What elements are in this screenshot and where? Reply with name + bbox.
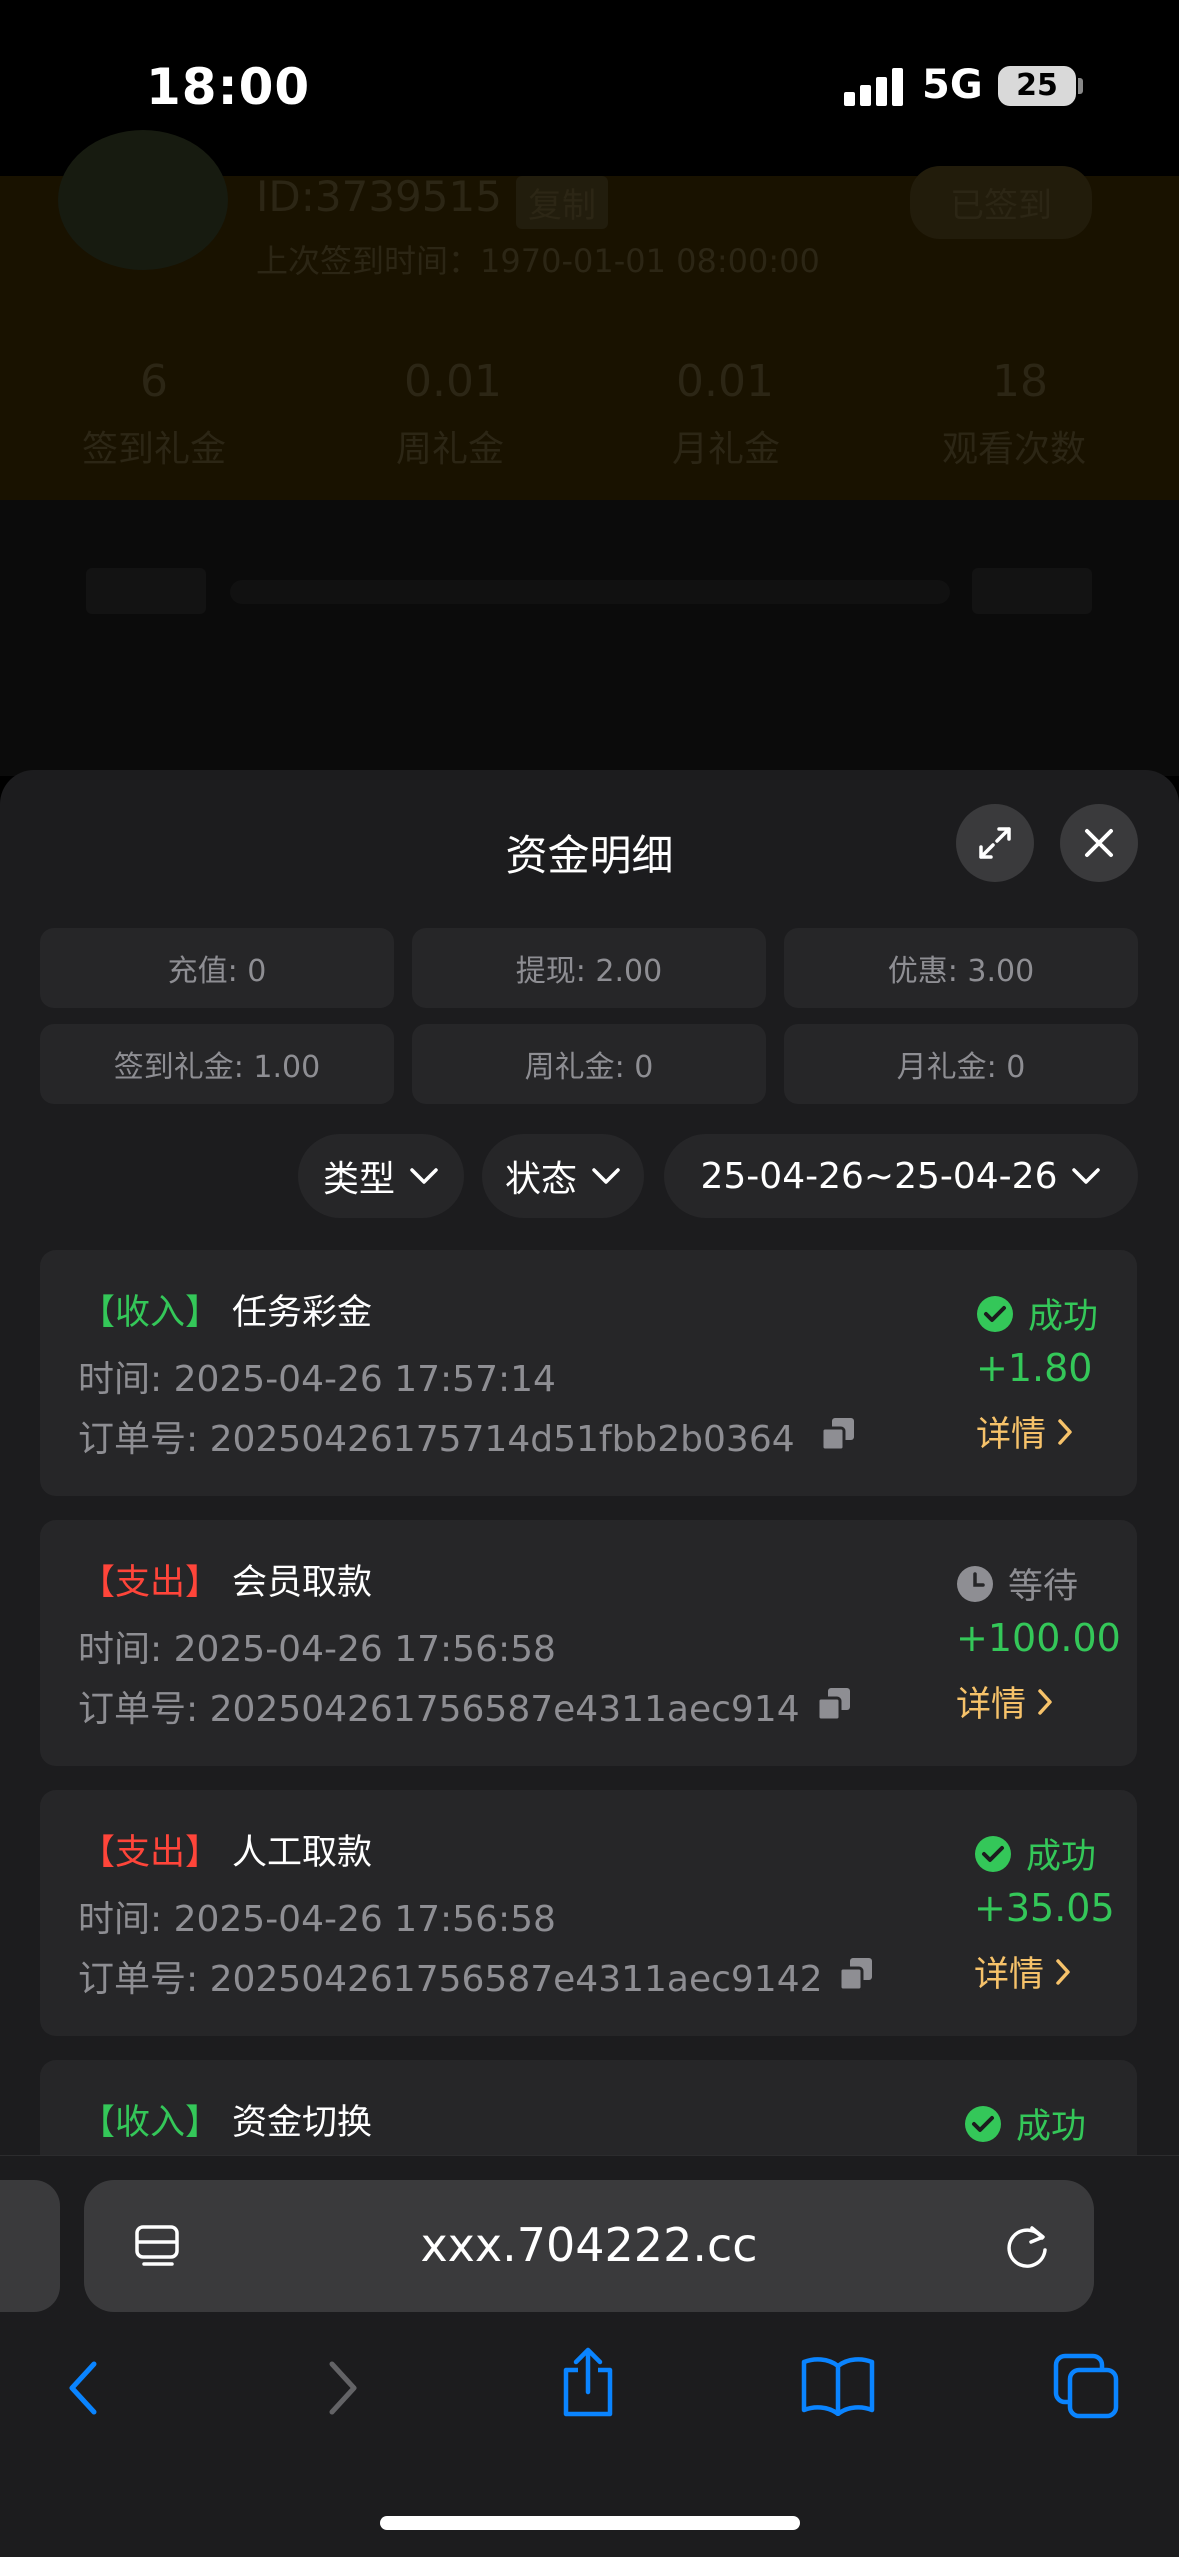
status-filter-label: 状态: [504, 1159, 577, 1200]
record-status-label: 等待: [1008, 1567, 1079, 1607]
home-indicator: [380, 2516, 800, 2530]
record-type-tag: 【收入】: [80, 2103, 221, 2143]
record-order-number: 订单号: 202504261756587e4311aec914: [78, 1689, 800, 1730]
record-order-number: 订单号: 20250426175714d51fbb2b0364: [78, 1419, 795, 1460]
stat-withdraw: 提现: 2.00: [412, 928, 766, 1008]
record-category: 任务彩金: [232, 1293, 373, 1333]
bg-stat-label: 签到礼金: [82, 429, 227, 470]
user-id: ID:3739515: [256, 172, 502, 221]
bg-row-decor: [230, 580, 950, 604]
back-icon[interactable]: [64, 2358, 104, 2418]
date-range-label: 25-04-26~25-04-26: [700, 1155, 1058, 1197]
record-type-tag: 【支出】: [80, 1563, 221, 1603]
record-status: 成功: [974, 1828, 1096, 1879]
address-bar[interactable]: xxx.704222.cc: [84, 2180, 1094, 2312]
record-detail-label: 详情: [976, 1415, 1047, 1455]
close-button[interactable]: [1060, 804, 1138, 882]
record-time: 时间: 2025-04-26 17:57:14: [78, 1359, 556, 1400]
record-detail-link[interactable]: 详情: [974, 1946, 1072, 1997]
stat-monthly-bonus: 月礼金: 0: [784, 1024, 1138, 1104]
bg-row-decor: [972, 568, 1092, 614]
background-band: [0, 500, 1179, 776]
record-status-label: 成功: [1028, 1297, 1099, 1337]
record-status: 成功: [976, 1288, 1098, 1339]
chevron-right-icon: [1058, 1418, 1072, 1445]
record-category: 人工取款: [232, 1833, 373, 1873]
close-icon: [1085, 829, 1113, 857]
last-signin-time: 上次签到时间：1970-01-01 08:00:00: [256, 242, 820, 280]
type-filter-label: 类型: [322, 1159, 395, 1200]
signin-status: 已签到: [910, 166, 1092, 239]
stat-recharge: 充值: 0: [40, 928, 394, 1008]
status-time: 18:00: [146, 58, 311, 116]
copy-icon[interactable]: [838, 1956, 876, 1992]
record-type-tag: 【支出】: [80, 1833, 221, 1873]
expand-icon: [979, 827, 1011, 859]
clock-icon: [957, 1565, 993, 1602]
copy-button: 复制: [516, 176, 608, 229]
record-status-label: 成功: [1026, 1837, 1097, 1877]
record-detail-link[interactable]: 详情: [956, 1676, 1054, 1727]
record-card[interactable]: 【支出】 会员取款 时间: 2025-04-26 17:56:58 订单号: 2…: [40, 1520, 1137, 1766]
record-detail-label: 详情: [956, 1685, 1027, 1725]
stat-discount: 优惠: 3.00: [784, 928, 1138, 1008]
date-range-filter[interactable]: 25-04-26~25-04-26: [664, 1134, 1138, 1218]
success-check-icon: [977, 1295, 1013, 1332]
copy-icon[interactable]: [816, 1686, 854, 1722]
record-amount: +35.05: [974, 1886, 1115, 1930]
signal-icon: [844, 66, 904, 106]
copy-icon[interactable]: [820, 1416, 858, 1452]
record-detail-link[interactable]: 详情: [976, 1406, 1074, 1457]
network-label: 5G: [922, 62, 983, 108]
bg-stat-value: 18: [992, 356, 1048, 407]
record-category: 会员取款: [232, 1563, 373, 1603]
chevron-right-icon: [1038, 1688, 1052, 1715]
record-card[interactable]: 【收入】 任务彩金 时间: 2025-04-26 17:57:14 订单号: 2…: [40, 1250, 1137, 1496]
record-time: 时间: 2025-04-26 17:56:58: [78, 1629, 556, 1670]
bookmarks-icon[interactable]: [800, 2354, 876, 2416]
chevron-down-icon: [592, 1168, 620, 1184]
record-amount: +1.80: [976, 1346, 1093, 1390]
fund-details-sheet: 资金明细 充值: 0 提现: 2.00 优惠: 3.00 签到礼金: 1.00 …: [0, 770, 1179, 2155]
record-type-tag: 【收入】: [80, 1293, 221, 1333]
record-detail-label: 详情: [974, 1955, 1045, 1995]
record-status: 成功: [964, 2098, 1086, 2149]
record-card[interactable]: 【支出】 人工取款 时间: 2025-04-26 17:56:58 订单号: 2…: [40, 1790, 1137, 2036]
bg-stat-value: 0.01: [676, 356, 774, 407]
forward-icon[interactable]: [322, 2358, 362, 2418]
bg-stat-label: 周礼金: [396, 429, 505, 470]
stat-signin-bonus: 签到礼金: 1.00: [40, 1024, 394, 1104]
type-filter[interactable]: 类型: [298, 1134, 464, 1218]
record-amount: +100.00: [956, 1616, 1121, 1660]
chevron-right-icon: [1056, 1958, 1070, 1985]
tabs-icon[interactable]: [1052, 2352, 1122, 2422]
record-status: 等待: [956, 1558, 1078, 1609]
success-check-icon: [975, 1835, 1011, 1872]
avatar: [58, 130, 228, 270]
url-text: xxx.704222.cc: [420, 2218, 758, 2272]
record-time: 时间: 2025-04-26 17:56:58: [78, 1899, 556, 1940]
record-order-number: 订单号: 202504261756587e4311aec9142: [78, 1959, 823, 2000]
bg-stat-value: 6: [140, 356, 168, 407]
chevron-down-icon: [1072, 1168, 1101, 1184]
bg-stat-value: 0.01: [404, 356, 502, 407]
reload-icon[interactable]: [1002, 2220, 1054, 2272]
previous-tab-peek[interactable]: [0, 2180, 60, 2312]
share-icon[interactable]: [556, 2346, 620, 2418]
record-category: 资金切换: [232, 2103, 373, 2143]
success-check-icon: [965, 2105, 1001, 2142]
bg-stat-label: 观看次数: [942, 429, 1087, 470]
battery-icon: 25: [998, 66, 1076, 106]
bg-row-decor: [86, 568, 206, 614]
record-status-label: 成功: [1016, 2107, 1087, 2147]
stat-weekly-bonus: 周礼金: 0: [412, 1024, 766, 1104]
status-filter[interactable]: 状态: [482, 1134, 644, 1218]
chevron-down-icon: [410, 1168, 438, 1184]
battery-nub: [1078, 78, 1083, 94]
bg-stat-label: 月礼金: [672, 429, 781, 470]
record-card[interactable]: 【收入】 资金切换 成功: [40, 2060, 1137, 2155]
expand-button[interactable]: [956, 804, 1034, 882]
